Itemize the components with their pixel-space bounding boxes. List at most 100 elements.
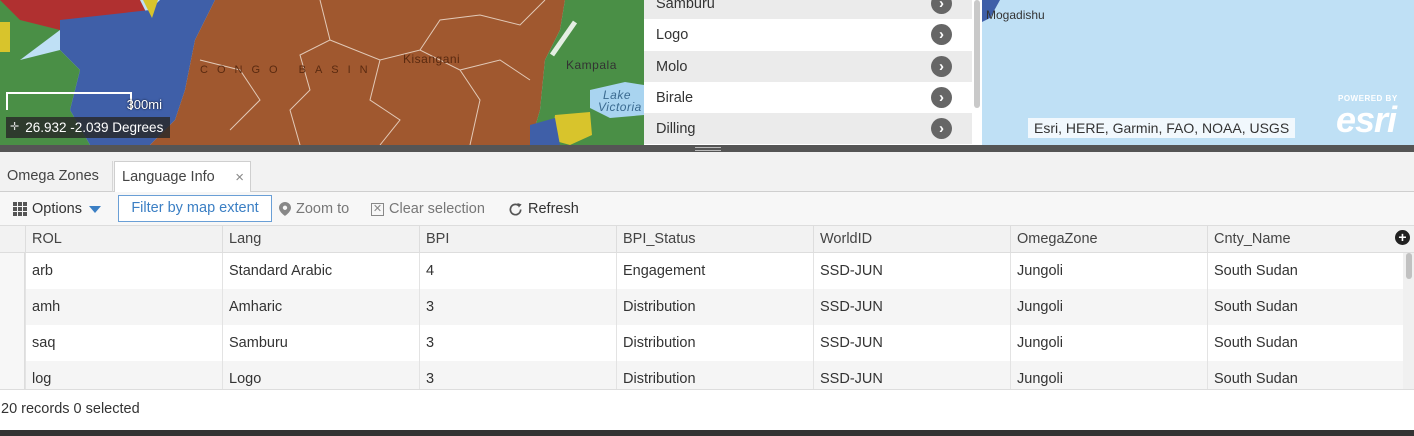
- column-header-bpi[interactable]: BPI: [419, 226, 616, 253]
- map-label-kisangani: Kisangani: [403, 52, 461, 66]
- close-icon[interactable]: ×: [235, 162, 244, 193]
- table-toolbar: Options Filter by map extent Zoom to ✕ C…: [0, 192, 1414, 226]
- add-column-icon[interactable]: +: [1395, 230, 1410, 245]
- table-cell: Distribution: [616, 325, 813, 361]
- clear-box-icon: ✕: [371, 202, 384, 216]
- table-cell: Samburu: [222, 325, 419, 361]
- column-header-worldid[interactable]: WorldID: [813, 226, 1010, 253]
- list-item[interactable]: Birale ›: [644, 82, 972, 113]
- list-item-label: Logo: [656, 26, 689, 43]
- table-cell: 4: [419, 253, 616, 289]
- table-cell: Distribution: [616, 361, 813, 389]
- row-selector[interactable]: [0, 325, 25, 361]
- list-item[interactable]: Molo ›: [644, 51, 972, 82]
- table-cell: SSD-JUN: [813, 325, 1010, 361]
- tab-label: Language Info: [122, 169, 215, 185]
- table-cell: 3: [419, 325, 616, 361]
- table-cell: SSD-JUN: [813, 289, 1010, 325]
- table-cell: Jungoli: [1010, 289, 1207, 325]
- table-cell: Logo: [222, 361, 419, 389]
- table-row[interactable]: log Logo 3 Distribution SSD-JUN Jungoli …: [0, 361, 1403, 389]
- esri-logo: POWERED BY esri: [1334, 93, 1412, 140]
- table-cell: arb: [25, 253, 222, 289]
- popup-scrollbar[interactable]: [974, 0, 980, 108]
- list-item[interactable]: Samburu ›: [644, 0, 972, 19]
- coordinate-text: 26.932 -2.039 Degrees: [25, 120, 164, 135]
- row-selector[interactable]: [0, 253, 25, 289]
- popup-list: Samburu › Logo › Molo › Birale › Dilling…: [644, 0, 982, 145]
- map-label-victoria: Victoria: [598, 100, 642, 114]
- table-cell: SSD-JUN: [813, 253, 1010, 289]
- table-cell: Distribution: [616, 289, 813, 325]
- chevron-right-circle-icon[interactable]: ›: [931, 56, 952, 77]
- list-item-label: Dilling: [656, 120, 696, 137]
- table-cell: SSD-JUN: [813, 361, 1010, 389]
- clear-selection-button[interactable]: ✕ Clear selection: [371, 192, 485, 226]
- zoom-to-label: Zoom to: [296, 201, 350, 217]
- table-cell: Amharic: [222, 289, 419, 325]
- caret-down-icon: [88, 205, 101, 213]
- row-selector[interactable]: [0, 361, 25, 389]
- map-label-kampala: Kampala: [566, 58, 617, 72]
- filter-by-map-extent-button[interactable]: Filter by map extent: [118, 195, 272, 222]
- table-cell: South Sudan: [1207, 361, 1403, 389]
- table-cell: log: [25, 361, 222, 389]
- grid-icon: [13, 202, 27, 216]
- splitter-grip-icon[interactable]: [695, 147, 721, 151]
- crosshair-icon: ✛: [10, 121, 20, 133]
- refresh-button[interactable]: Refresh: [508, 192, 579, 226]
- table-scrollbar[interactable]: [1403, 253, 1414, 389]
- bottom-border: [0, 430, 1414, 436]
- table-cell: South Sudan: [1207, 253, 1403, 289]
- table-status: 20 records 0 selected: [0, 389, 1414, 430]
- table-row[interactable]: amh Amharic 3 Distribution SSD-JUN Jungo…: [0, 289, 1403, 325]
- chevron-right-circle-icon[interactable]: ›: [931, 118, 952, 139]
- scrollbar-thumb[interactable]: [1406, 253, 1412, 279]
- map-label-mogadishu: Mogadishu: [986, 8, 1045, 22]
- list-item-label: Samburu: [656, 0, 715, 12]
- options-button[interactable]: Options: [13, 192, 101, 226]
- table-row[interactable]: saq Samburu 3 Distribution SSD-JUN Jungo…: [0, 325, 1403, 361]
- table-row[interactable]: arb Standard Arabic 4 Engagement SSD-JUN…: [0, 253, 1403, 289]
- table-cell: Jungoli: [1010, 253, 1207, 289]
- map-pin-icon: [279, 202, 291, 216]
- map-attribution: Esri, HERE, Garmin, FAO, NOAA, USGS: [1028, 118, 1296, 138]
- tab-bar: Omega Zones Language Info ×: [0, 152, 1414, 193]
- table-header: ROL Lang BPI BPI_Status WorldID OmegaZon…: [0, 226, 1414, 253]
- column-header-cnty-name[interactable]: Cnty_Name: [1207, 226, 1414, 253]
- map-view[interactable]: Kisangani CONGO BASIN Kampala Lake Victo…: [0, 0, 1414, 145]
- list-item-label: Birale: [656, 89, 694, 106]
- chevron-right-circle-icon[interactable]: ›: [931, 0, 952, 14]
- refresh-icon: [509, 202, 522, 215]
- table-cell: Jungoli: [1010, 361, 1207, 389]
- options-label: Options: [32, 201, 82, 217]
- list-item[interactable]: Logo ›: [644, 19, 972, 50]
- coordinate-readout[interactable]: ✛ 26.932 -2.039 Degrees: [6, 117, 171, 138]
- column-header-rol[interactable]: ROL: [25, 226, 222, 253]
- list-item-label: Molo: [656, 58, 688, 75]
- zoom-to-button[interactable]: Zoom to: [279, 192, 349, 226]
- refresh-label: Refresh: [528, 201, 579, 217]
- column-header-lang[interactable]: Lang: [222, 226, 419, 253]
- table-cell: Jungoli: [1010, 325, 1207, 361]
- table-cell: 3: [419, 361, 616, 389]
- tab-omega-zones[interactable]: Omega Zones: [0, 161, 113, 192]
- table-cell: saq: [25, 325, 222, 361]
- scale-bar: 300mi: [6, 92, 162, 112]
- table-cell: Standard Arabic: [222, 253, 419, 289]
- attribute-table: ROL Lang BPI BPI_Status WorldID OmegaZon…: [0, 226, 1414, 389]
- list-item[interactable]: Dilling ›: [644, 113, 972, 144]
- tab-language-info[interactable]: Language Info ×: [114, 161, 251, 193]
- chevron-right-circle-icon[interactable]: ›: [931, 24, 952, 45]
- row-selector[interactable]: [0, 289, 25, 325]
- map-label-congo-basin: CONGO BASIN: [200, 64, 377, 76]
- table-cell: 3: [419, 289, 616, 325]
- column-header-omegazone[interactable]: OmegaZone: [1010, 226, 1207, 253]
- table-cell: South Sudan: [1207, 289, 1403, 325]
- chevron-right-circle-icon[interactable]: ›: [931, 87, 952, 108]
- panel-splitter[interactable]: [0, 145, 1414, 152]
- table-cell: amh: [25, 289, 222, 325]
- column-header-bpi-status[interactable]: BPI_Status: [616, 226, 813, 253]
- esri-brand-text: esri: [1336, 99, 1397, 140]
- scale-label: 300mi: [126, 97, 162, 112]
